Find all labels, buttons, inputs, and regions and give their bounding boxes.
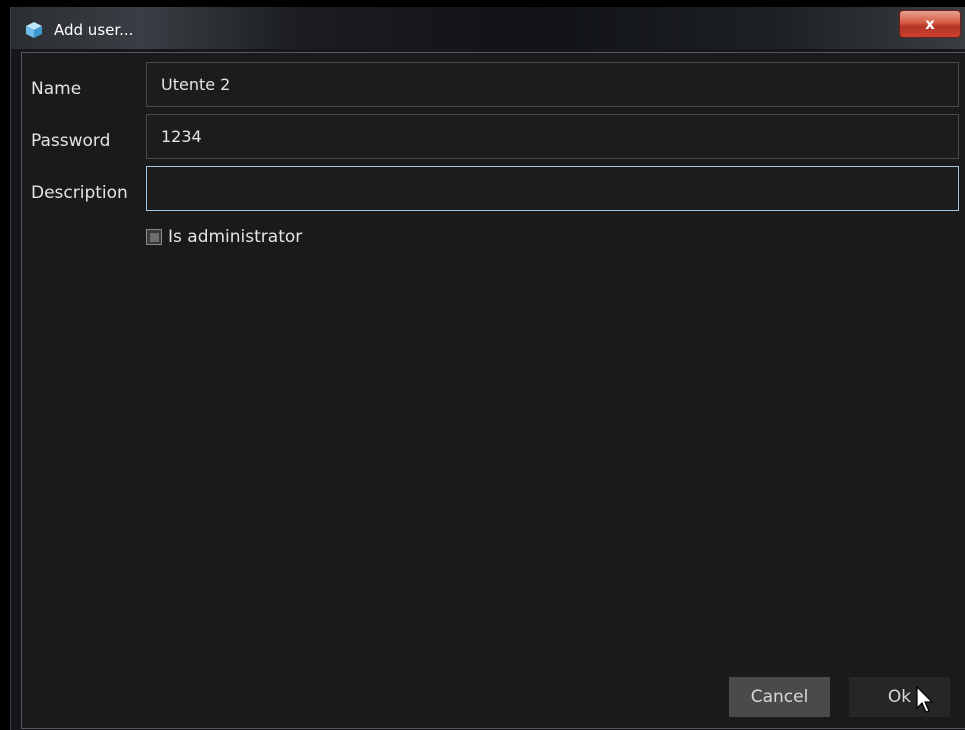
window-title: Add user...	[54, 21, 134, 39]
close-icon: x	[925, 15, 935, 33]
close-button[interactable]: x	[899, 10, 961, 38]
checkbox-fill	[149, 232, 159, 242]
name-field[interactable]	[146, 62, 959, 107]
mouse-pointer-icon	[916, 686, 934, 713]
is-administrator-label: Is administrator	[168, 227, 303, 247]
description-field[interactable]	[146, 166, 959, 211]
password-label: Password	[31, 131, 111, 151]
cube-icon	[26, 22, 42, 38]
cancel-button[interactable]: Cancel	[729, 677, 830, 717]
description-label: Description	[31, 183, 128, 203]
add-user-dialog: Add user... x Name Password Description …	[10, 7, 965, 730]
is-administrator-option[interactable]: Is administrator	[146, 226, 302, 248]
title-bar[interactable]: Add user... x	[11, 7, 965, 49]
name-label: Name	[31, 79, 82, 99]
is-administrator-checkbox[interactable]	[146, 229, 162, 245]
ok-button[interactable]: Ok	[849, 677, 950, 717]
password-field[interactable]	[146, 114, 959, 159]
dialog-content: Name Password Description Is administrat…	[21, 52, 965, 729]
